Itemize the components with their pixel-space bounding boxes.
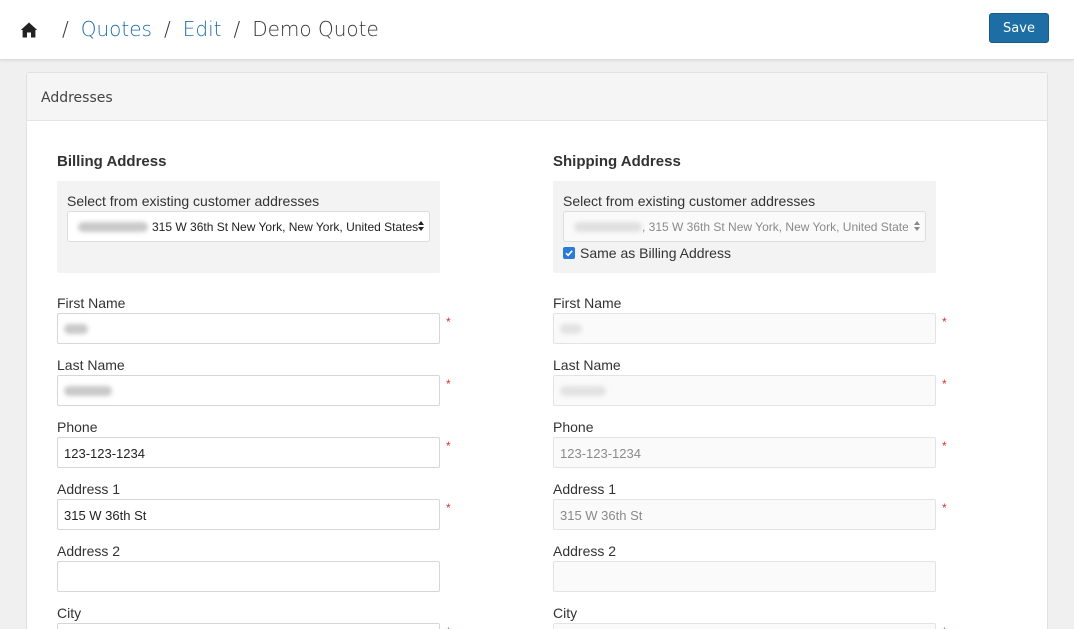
billing-address-title: Billing Address [57, 153, 167, 170]
shipping-last-name-input[interactable] [553, 375, 936, 406]
billing-phone-label: Phone [57, 419, 98, 435]
shipping-address-select[interactable]: , 315 W 36th St New York, New York, Unit… [563, 211, 926, 242]
billing-address2-input[interactable] [57, 561, 440, 592]
required-marker: * [942, 625, 947, 629]
billing-select-value: 315 W 36th St New York, New York, United… [152, 220, 418, 234]
required-marker: * [446, 501, 451, 515]
billing-address1-value: 315 W 36th St [64, 508, 147, 523]
billing-address-selector: Select from existing customer addresses … [57, 181, 440, 273]
shipping-phone-label: Phone [553, 419, 594, 435]
shipping-address1-value: 315 W 36th St [560, 508, 643, 523]
same-as-billing-label: Same as Billing Address [580, 245, 731, 261]
required-marker: * [942, 439, 947, 453]
shipping-phone-value: 123-123-1234 [560, 446, 641, 461]
top-bar: / Quotes / Edit / Demo Quote Save [0, 0, 1074, 60]
billing-address-select[interactable]: 315 W 36th St New York, New York, United… [67, 211, 430, 242]
select-arrows-icon [418, 221, 424, 231]
breadcrumb-edit-link[interactable]: Edit [183, 17, 222, 41]
billing-city-label: City [57, 605, 82, 621]
billing-phone-input[interactable]: 123-123-1234 [57, 437, 440, 468]
required-marker: * [446, 377, 451, 391]
redacted-last-name [560, 386, 606, 396]
home-icon[interactable] [20, 21, 38, 39]
required-marker: * [446, 315, 451, 329]
required-marker: * [446, 625, 451, 629]
redacted-first-name [64, 324, 88, 334]
shipping-address-selector: Select from existing customer addresses … [553, 181, 936, 273]
select-arrows-icon [914, 221, 920, 231]
breadcrumb-separator: / [233, 17, 241, 41]
check-icon [565, 250, 573, 257]
redacted-last-name [64, 386, 112, 396]
billing-last-name-label: Last Name [57, 357, 125, 373]
shipping-address2-label: Address 2 [553, 543, 617, 559]
panel-title: Addresses [27, 73, 1047, 121]
redacted-name [78, 222, 148, 232]
shipping-address1-label: Address 1 [553, 481, 617, 497]
shipping-last-name-label: Last Name [553, 357, 621, 373]
required-marker: * [942, 501, 947, 515]
shipping-city-input[interactable] [553, 623, 936, 629]
shipping-address2-input[interactable] [553, 561, 936, 592]
breadcrumb-separator: / [163, 17, 171, 41]
save-button[interactable]: Save [989, 13, 1049, 43]
billing-first-name-input[interactable] [57, 313, 440, 344]
billing-city-input[interactable] [57, 623, 440, 629]
shipping-select-label: Select from existing customer addresses [563, 193, 816, 209]
required-marker: * [942, 377, 947, 391]
billing-first-name-label: First Name [57, 295, 126, 311]
billing-select-label: Select from existing customer addresses [67, 193, 320, 209]
addresses-panel: Addresses Billing Address Select from ex… [26, 72, 1048, 629]
shipping-first-name-input[interactable] [553, 313, 936, 344]
breadcrumb: / Quotes / Edit / Demo Quote [20, 17, 379, 41]
shipping-city-label: City [553, 605, 578, 621]
same-as-billing-row[interactable]: Same as Billing Address [563, 245, 731, 261]
breadcrumb-current: Demo Quote [252, 17, 379, 41]
required-marker: * [942, 315, 947, 329]
redacted-first-name [560, 324, 582, 334]
billing-last-name-input[interactable] [57, 375, 440, 406]
breadcrumb-separator: / [62, 17, 69, 41]
required-marker: * [446, 439, 451, 453]
billing-address1-input[interactable]: 315 W 36th St [57, 499, 440, 530]
shipping-address1-input[interactable]: 315 W 36th St [553, 499, 936, 530]
breadcrumb-quotes-link[interactable]: Quotes [81, 17, 152, 41]
billing-address2-label: Address 2 [57, 543, 121, 559]
redacted-name [574, 222, 642, 232]
shipping-phone-input[interactable]: 123-123-1234 [553, 437, 936, 468]
billing-phone-value: 123-123-1234 [64, 446, 145, 461]
same-as-billing-checkbox[interactable] [563, 247, 575, 259]
shipping-select-value: , 315 W 36th St New York, New York, Unit… [642, 220, 908, 234]
shipping-address-title: Shipping Address [553, 153, 681, 170]
shipping-first-name-label: First Name [553, 295, 622, 311]
billing-address1-label: Address 1 [57, 481, 121, 497]
